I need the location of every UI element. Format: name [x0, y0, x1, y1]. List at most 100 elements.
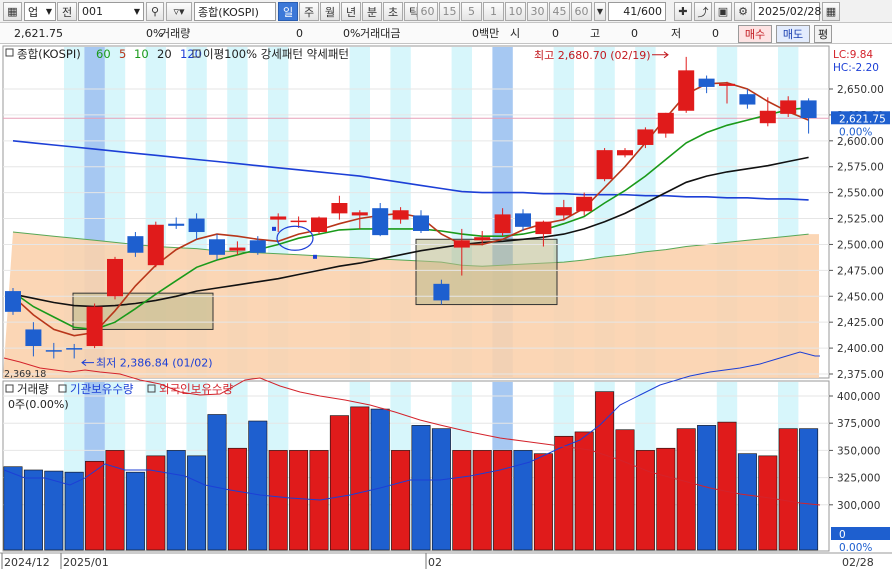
interval-button-7[interactable]: 60 — [571, 2, 592, 21]
tab-period-4[interactable]: 분 — [362, 2, 382, 21]
market-select[interactable]: 업 ▼ — [24, 2, 56, 21]
volume-bar — [268, 450, 288, 551]
sound-icon[interactable]: ▿▾ — [166, 2, 192, 21]
candle-body — [576, 196, 593, 212]
tab-period-1[interactable]: 주 — [299, 2, 319, 21]
candle-body — [637, 129, 654, 145]
volume-bar — [758, 455, 778, 551]
candle-body — [86, 306, 103, 347]
high-label: 고 — [590, 27, 601, 40]
price-tick-label: 2,425.00 — [837, 317, 884, 329]
buy-button[interactable]: 매수 — [738, 25, 772, 43]
search-icon[interactable]: ⚲ — [146, 2, 164, 21]
interval-dropdown-icon[interactable]: ▼ — [594, 2, 606, 21]
volume-bar — [187, 455, 207, 551]
date-tick-label: 2024/12 — [4, 556, 50, 569]
date-tick-label: 2025/01 — [63, 556, 109, 569]
price-value: 2,621.75 — [14, 27, 63, 40]
code-input[interactable]: 001 ▼ — [78, 2, 144, 21]
calendar-icon[interactable]: ▦ — [822, 2, 840, 21]
interval-button-3[interactable]: 1 — [483, 2, 504, 21]
hc-label: HC:-2.20 — [833, 62, 879, 74]
pattern-marker — [313, 254, 317, 259]
volume-legend-item: 외국인보유수량 — [159, 382, 233, 396]
candle-body — [453, 240, 470, 248]
legend-ma-120: 120 — [180, 47, 202, 61]
candle-body — [5, 291, 21, 312]
price-tick-label: 2,475.00 — [837, 265, 884, 277]
interval-button-1[interactable]: 15 — [439, 2, 460, 21]
date-current-label: 02/28 — [842, 556, 874, 569]
interval-button-0[interactable]: 60 — [417, 2, 438, 21]
market-value: 업 — [28, 5, 39, 19]
low-annotation: 최저 2,386.84 (01/02) — [96, 357, 213, 370]
candle-body — [168, 223, 185, 226]
interval-button-2[interactable]: 5 — [461, 2, 482, 21]
menu-icon[interactable]: ▦ — [3, 2, 22, 21]
legend-ma-10: 10 — [134, 47, 149, 61]
volume-bar — [533, 453, 553, 551]
save-icon[interactable]: ▣ — [714, 2, 732, 21]
candle-body — [209, 239, 225, 255]
candle-body — [515, 213, 531, 227]
index-name-field: 종합(KOSPI) — [194, 2, 276, 21]
volume-bar — [64, 471, 84, 551]
lc-label: LC:9.84 — [833, 49, 873, 61]
volume-bar — [370, 408, 390, 551]
volume-bar — [329, 415, 349, 551]
chart-canvas[interactable]: 최고 2,680.70 (02/19) 최저 2,386.84 (01/02) 2,… — [0, 44, 892, 570]
date-tick-label: 02 — [428, 556, 442, 569]
sell-button[interactable]: 매도 — [776, 25, 810, 43]
volume-bar — [23, 469, 43, 551]
candle-body — [25, 329, 42, 347]
interval-button-4[interactable]: 10 — [505, 2, 526, 21]
volume-bar — [493, 450, 513, 551]
volume-bar — [350, 406, 370, 551]
candle-body — [45, 350, 62, 352]
candle-body — [229, 247, 246, 251]
candle-body — [147, 224, 164, 266]
candle-body — [596, 150, 613, 180]
candle-body — [66, 348, 83, 350]
current-pct-label: 0.00% — [839, 126, 872, 138]
interval-button-6[interactable]: 45 — [549, 2, 570, 21]
volume-bar — [472, 450, 492, 551]
price-tick-label: 2,500.00 — [837, 239, 884, 251]
volume-tick-label: 300,000 — [837, 500, 880, 512]
candle-body — [331, 203, 348, 214]
candle-body — [372, 208, 389, 236]
prev-button[interactable]: 전 — [57, 2, 77, 21]
code-value: 001 — [82, 5, 103, 18]
candle-body — [249, 240, 266, 253]
volume-bar — [125, 471, 145, 551]
volume-tick-label: 400,000 — [837, 391, 880, 403]
crosshair-icon[interactable]: ✚ — [674, 2, 692, 21]
interval-button-5[interactable]: 30 — [527, 2, 548, 21]
candle-body — [698, 78, 715, 87]
price-tick-label: 2,525.00 — [837, 214, 884, 226]
high-annotation: 최고 2,680.70 (02/19) — [534, 49, 651, 62]
price-tick-label: 2,550.00 — [837, 188, 884, 200]
volume-legend-item: 거래량 — [17, 382, 49, 396]
volume-value: 0 — [296, 27, 303, 40]
tab-period-0[interactable]: 일 — [278, 2, 298, 21]
volume-bar — [778, 428, 798, 551]
clipped-price-label: 2,369.18 — [4, 369, 46, 380]
candle-body — [719, 83, 735, 86]
index-name: 종합(KOSPI) — [198, 5, 259, 19]
low-label: 저 — [671, 27, 682, 40]
candle-body — [657, 112, 674, 134]
count-field[interactable]: 41 /600 — [608, 2, 666, 21]
count-value: 41 — [623, 5, 638, 18]
candle-body — [780, 100, 797, 114]
tab-period-2[interactable]: 월 — [320, 2, 340, 21]
candle-body — [392, 210, 409, 220]
volume-bar — [697, 425, 717, 551]
tab-period-3[interactable]: 년 — [341, 2, 361, 21]
gear-icon[interactable]: ⚙ — [734, 2, 752, 21]
quote-bar: 2,621.75 0% 거래량 0 0% 거래대금 0백만 시 0 고 0 저 … — [0, 23, 892, 44]
eval-button[interactable]: 평 — [814, 25, 832, 43]
draw-icon[interactable]: ⤴ — [694, 2, 712, 21]
date-input[interactable]: 2025/02/28 — [754, 2, 821, 21]
tab-period-5[interactable]: 초 — [383, 2, 403, 21]
